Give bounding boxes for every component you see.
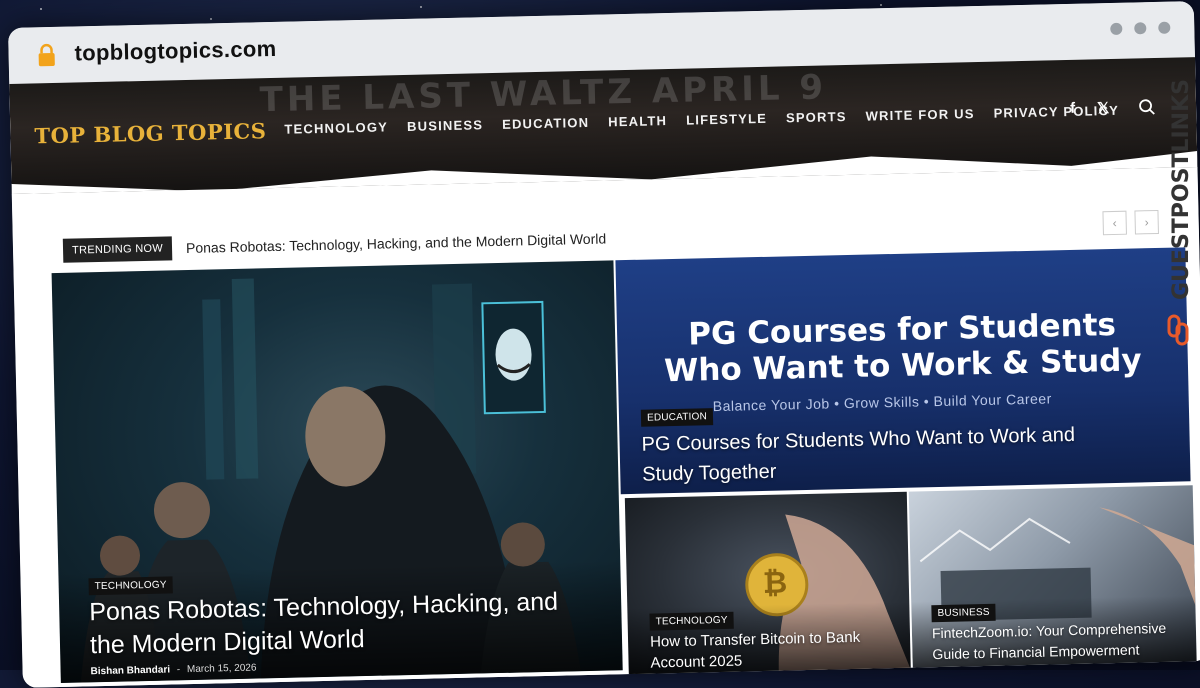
window-dot-icon[interactable] (1110, 22, 1123, 35)
window-dot-icon[interactable] (1158, 21, 1171, 34)
watermark-text: GUESTPOSTLINKS (1169, 79, 1194, 300)
trending-bar: TRENDING NOW Ponas Robotas: Technology, … (62, 226, 607, 263)
nav-item-health[interactable]: HEALTH (608, 113, 667, 129)
post-title[interactable]: PG Courses for Students Who Want to Work… (641, 419, 1102, 489)
x-icon[interactable]: 𝕏 (1097, 99, 1109, 117)
facebook-icon[interactable]: f (1070, 100, 1075, 118)
trending-headline[interactable]: Ponas Robotas: Technology, Hacking, and … (186, 230, 607, 256)
bitcoin-icon: ₿ (762, 566, 788, 601)
url-text[interactable]: topblogtopics.com (74, 36, 276, 67)
nav-item-business[interactable]: BUSINESS (407, 117, 483, 134)
nav-item-sports[interactable]: SPORTS (786, 109, 847, 125)
category-badge[interactable]: TECHNOLOGY (649, 611, 734, 631)
featured-post-card[interactable]: TECHNOLOGY Ponas Robotas: Technology, Ha… (51, 260, 623, 683)
business-post-card[interactable]: BUSINESS FintechZoom.io: Your Comprehens… (908, 485, 1197, 670)
header-wave-divider (11, 151, 1198, 194)
trending-label: TRENDING NOW (62, 236, 173, 263)
trending-nav: ‹ › (1102, 209, 1159, 236)
post-title[interactable]: How to Transfer Bitcoin to Bank Account … (650, 626, 891, 673)
web-page: THE LAST WALTZ APRIL 9 TOP BLOG TOPICS T… (9, 57, 1200, 688)
nav-item-education[interactable]: EDUCATION (502, 115, 589, 132)
search-icon[interactable] (1138, 98, 1156, 116)
category-badge[interactable]: TECHNOLOGY (88, 576, 173, 596)
author-name[interactable]: Bishan Bhandari (91, 664, 171, 677)
next-arrow-icon[interactable]: › (1134, 209, 1159, 235)
nav-item-technology[interactable]: TECHNOLOGY (284, 119, 388, 136)
social-links: f 𝕏 (1070, 99, 1109, 118)
technology-post-card[interactable]: ₿ TECHNOLOGY How to Transfer Bitcoin to … (624, 491, 911, 677)
lock-icon (38, 43, 55, 67)
nav-item-lifestyle[interactable]: LIFESTYLE (686, 111, 767, 128)
post-title[interactable]: Ponas Robotas: Technology, Hacking, and … (89, 585, 570, 662)
link-icon (1167, 314, 1189, 346)
post-date: March 15, 2026 (186, 662, 257, 676)
site-logo[interactable]: TOP BLOG TOPICS (34, 118, 267, 148)
banner-subtitle: Balance Your Job • Grow Skills • Build Y… (712, 390, 1052, 415)
category-badge[interactable]: EDUCATION (640, 408, 714, 427)
guestpostlinks-watermark: GUESTPOSTLINKS (1167, 79, 1194, 346)
prev-arrow-icon[interactable]: ‹ (1102, 210, 1127, 236)
window-controls (1110, 21, 1171, 35)
category-badge[interactable]: BUSINESS (931, 603, 996, 623)
education-post-card[interactable]: PG Courses for Students Who Want to Work… (615, 247, 1191, 495)
window-dot-icon[interactable] (1134, 22, 1147, 35)
nav-item-write-for-us[interactable]: WRITE FOR US (865, 106, 974, 123)
post-title[interactable]: FintechZoom.io: Your Comprehensive Guide… (932, 617, 1191, 665)
browser-window: topblogtopics.com THE LAST WALTZ APRIL 9… (8, 1, 1200, 688)
banner-heading: PG Courses for Students Who Want to Work… (617, 305, 1188, 390)
